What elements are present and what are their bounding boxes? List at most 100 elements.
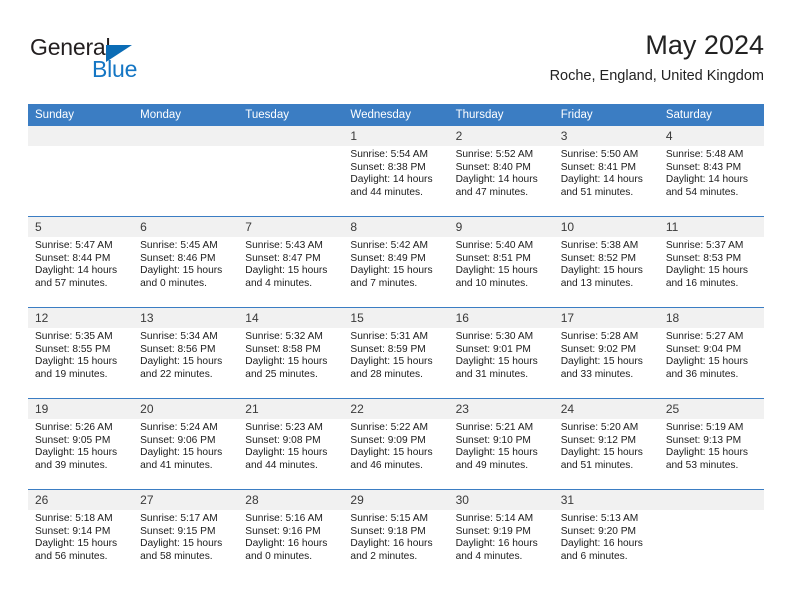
daylight-text-line2: and 44 minutes.	[350, 186, 423, 198]
daylight-text-line2: and 10 minutes.	[455, 277, 529, 289]
sunset-text: Sunset: 8:55 PM	[35, 343, 111, 355]
day-detail: Sunrise: 5:43 AM Sunset: 8:47 PM Daylight:…	[238, 237, 343, 290]
day-number	[238, 126, 344, 146]
calendar-day-cell[interactable]: 29 Sunrise: 5:15 AM Sunset: 9:18 PM Dayligh…	[343, 489, 449, 580]
sunset-text: Sunset: 8:44 PM	[35, 252, 111, 264]
day-number	[133, 126, 239, 146]
calendar-day-cell[interactable]: 16 Sunrise: 5:30 AM Sunset: 9:01 PM Dayligh…	[448, 307, 554, 399]
calendar-day-cell[interactable]: 23 Sunrise: 5:21 AM Sunset: 9:10 PM Dayligh…	[448, 398, 554, 490]
day-number: 21	[238, 399, 344, 419]
sunrise-text: Sunrise: 5:32 AM	[245, 331, 323, 342]
calendar-day-cell[interactable]: 25 Sunrise: 5:19 AM Sunset: 9:13 PM Dayligh…	[658, 398, 764, 490]
daylight-text-line1: Daylight: 15 hours	[455, 265, 538, 277]
calendar-day-cell[interactable]: 19 Sunrise: 5:26 AM Sunset: 9:05 PM Dayligh…	[28, 398, 134, 490]
day-detail: Sunrise: 5:24 AM Sunset: 9:06 PM Daylight:…	[133, 419, 238, 472]
calendar-day-cell[interactable]: 6 Sunrise: 5:45 AM Sunset: 8:46 PM Daylight…	[133, 216, 239, 308]
daylight-text-line2: and 7 minutes.	[350, 277, 418, 289]
calendar-day-cell[interactable]: 18 Sunrise: 5:27 AM Sunset: 9:04 PM Dayligh…	[658, 307, 764, 399]
calendar-day-cell[interactable]: 30 Sunrise: 5:14 AM Sunset: 9:19 PM Dayligh…	[448, 489, 554, 580]
sunrise-text: Sunrise: 5:20 AM	[560, 422, 639, 433]
day-detail: Sunrise: 5:37 AM Sunset: 8:53 PM Daylight:…	[659, 237, 764, 290]
general-blue-logo[interactable]: General Blue	[30, 34, 230, 92]
day-number: 4	[658, 126, 764, 146]
calendar-day-cell[interactable]: 26 Sunrise: 5:18 AM Sunset: 9:14 PM Dayligh…	[28, 489, 134, 580]
calendar-day-cell[interactable]: 21 Sunrise: 5:23 AM Sunset: 9:08 PM Dayligh…	[238, 398, 344, 490]
calendar-day-cell[interactable]: 4 Sunrise: 5:48 AM Sunset: 8:43 PM Daylight…	[658, 126, 764, 217]
day-detail: Sunrise: 5:20 AM Sunset: 9:12 PM Daylight:…	[554, 419, 659, 472]
calendar-day-cell[interactable]: 5 Sunrise: 5:47 AM Sunset: 8:44 PM Daylight…	[28, 216, 134, 308]
calendar-day-cell[interactable]: 31 Sunrise: 5:13 AM Sunset: 9:20 PM Dayligh…	[553, 489, 659, 580]
weekday-header-sunday: Sunday	[28, 104, 134, 126]
day-detail: Sunrise: 5:28 AM Sunset: 9:02 PM Daylight:…	[554, 328, 659, 381]
calendar-day-cell[interactable]: 3 Sunrise: 5:50 AM Sunset: 8:41 PM Daylight…	[553, 126, 659, 217]
day-number: 26	[28, 490, 134, 510]
sunrise-text: Sunrise: 5:16 AM	[245, 513, 323, 524]
calendar-day-cell[interactable]: 14 Sunrise: 5:32 AM Sunset: 8:58 PM Dayligh…	[238, 307, 344, 399]
sunrise-text: Sunrise: 5:40 AM	[455, 240, 534, 251]
sunrise-text: Sunrise: 5:31 AM	[350, 331, 429, 342]
calendar-day-cell[interactable]: 13 Sunrise: 5:34 AM Sunset: 8:56 PM Dayligh…	[133, 307, 239, 399]
calendar-day-cell[interactable]: 8 Sunrise: 5:42 AM Sunset: 8:49 PM Daylight…	[343, 216, 449, 308]
day-number: 9	[448, 217, 554, 237]
calendar-day-cell[interactable]: 27 Sunrise: 5:17 AM Sunset: 9:15 PM Dayligh…	[133, 489, 239, 580]
calendar-day-cell[interactable]: 15 Sunrise: 5:31 AM Sunset: 8:59 PM Dayligh…	[343, 307, 449, 399]
calendar-day-cell[interactable]: 24 Sunrise: 5:20 AM Sunset: 9:12 PM Dayligh…	[553, 398, 659, 490]
page-header: General Blue May 2024 Roche, England, Un…	[28, 28, 764, 98]
day-detail: Sunrise: 5:42 AM Sunset: 8:49 PM Daylight:…	[343, 237, 448, 290]
calendar-day-cell[interactable]: 9 Sunrise: 5:40 AM Sunset: 8:51 PM Daylight…	[448, 216, 554, 308]
sunrise-text: Sunrise: 5:14 AM	[455, 513, 534, 524]
calendar-day-cell[interactable]: 12 Sunrise: 5:35 AM Sunset: 8:55 PM Dayligh…	[28, 307, 134, 399]
daylight-text-line2: and 2 minutes.	[350, 550, 418, 562]
day-detail: Sunrise: 5:21 AM Sunset: 9:10 PM Daylight:…	[449, 419, 554, 472]
sunset-text: Sunset: 8:41 PM	[560, 161, 637, 173]
day-detail: Sunrise: 5:27 AM Sunset: 9:04 PM Daylight:…	[659, 328, 764, 381]
daylight-text-line1: Daylight: 15 hours	[350, 356, 433, 368]
day-detail: Sunrise: 5:52 AM Sunset: 8:40 PM Daylight:…	[449, 146, 554, 199]
day-number	[28, 126, 134, 146]
sunrise-text: Sunrise: 5:35 AM	[35, 331, 113, 342]
calendar-day-cell[interactable]: 28 Sunrise: 5:16 AM Sunset: 9:16 PM Dayligh…	[238, 489, 344, 580]
sunset-text: Sunset: 8:38 PM	[350, 161, 426, 173]
day-detail: Sunrise: 5:16 AM Sunset: 9:16 PM Daylight:…	[238, 510, 343, 563]
calendar-day-cell-empty	[28, 126, 134, 217]
calendar-day-cell[interactable]: 10 Sunrise: 5:38 AM Sunset: 8:52 PM Dayligh…	[553, 216, 659, 308]
day-detail: Sunrise: 5:54 AM Sunset: 8:38 PM Daylight:…	[343, 146, 448, 199]
day-number: 19	[28, 399, 134, 419]
sunset-text: Sunset: 9:13 PM	[665, 434, 742, 446]
daylight-text-line1: Daylight: 16 hours	[560, 538, 643, 550]
sunrise-text: Sunrise: 5:30 AM	[455, 331, 534, 342]
daylight-text-line2: and 28 minutes.	[350, 368, 423, 380]
calendar-day-cell[interactable]: 1 Sunrise: 5:54 AM Sunset: 8:38 PM Daylight…	[343, 126, 449, 217]
daylight-text-line1: Daylight: 15 hours	[455, 447, 538, 459]
sunset-text: Sunset: 9:12 PM	[560, 434, 637, 446]
calendar-day-cell[interactable]: 20 Sunrise: 5:24 AM Sunset: 9:06 PM Dayligh…	[133, 398, 239, 490]
weekday-header-monday: Monday	[133, 104, 239, 126]
calendar-day-cell[interactable]: 7 Sunrise: 5:43 AM Sunset: 8:47 PM Daylight…	[238, 216, 344, 308]
weekday-header-friday: Friday	[553, 104, 659, 126]
calendar-day-cell[interactable]: 11 Sunrise: 5:37 AM Sunset: 8:53 PM Dayligh…	[658, 216, 764, 308]
sunset-text: Sunset: 9:15 PM	[140, 525, 216, 537]
sunrise-text: Sunrise: 5:23 AM	[245, 422, 323, 433]
daylight-text-line2: and 4 minutes.	[245, 277, 313, 289]
calendar-day-cell[interactable]: 17 Sunrise: 5:28 AM Sunset: 9:02 PM Dayligh…	[553, 307, 659, 399]
sunrise-text: Sunrise: 5:22 AM	[350, 422, 429, 433]
day-number: 24	[553, 399, 659, 419]
calendar-day-cell[interactable]: 2 Sunrise: 5:52 AM Sunset: 8:40 PM Daylight…	[448, 126, 554, 217]
calendar-week-row: 26 Sunrise: 5:18 AM Sunset: 9:14 PM Dayligh…	[28, 489, 764, 580]
sunrise-text: Sunrise: 5:19 AM	[665, 422, 744, 433]
sunrise-text: Sunrise: 5:13 AM	[560, 513, 639, 524]
daylight-text-line1: Daylight: 15 hours	[665, 356, 748, 368]
daylight-text-line2: and 47 minutes.	[455, 186, 529, 198]
calendar-week-row: 5 Sunrise: 5:47 AM Sunset: 8:44 PM Daylight…	[28, 216, 764, 308]
day-number: 28	[238, 490, 344, 510]
day-detail: Sunrise: 5:45 AM Sunset: 8:46 PM Daylight:…	[133, 237, 238, 290]
daylight-text-line1: Daylight: 15 hours	[140, 265, 223, 277]
calendar-day-cell[interactable]: 22 Sunrise: 5:22 AM Sunset: 9:09 PM Dayligh…	[343, 398, 449, 490]
sunset-text: Sunset: 9:10 PM	[455, 434, 531, 446]
daylight-text-line1: Daylight: 14 hours	[560, 174, 643, 186]
daylight-text-line2: and 53 minutes.	[665, 459, 739, 471]
day-number	[658, 490, 764, 510]
daylight-text-line2: and 25 minutes.	[245, 368, 318, 380]
day-number: 18	[658, 308, 764, 328]
sunset-text: Sunset: 9:19 PM	[455, 525, 531, 537]
